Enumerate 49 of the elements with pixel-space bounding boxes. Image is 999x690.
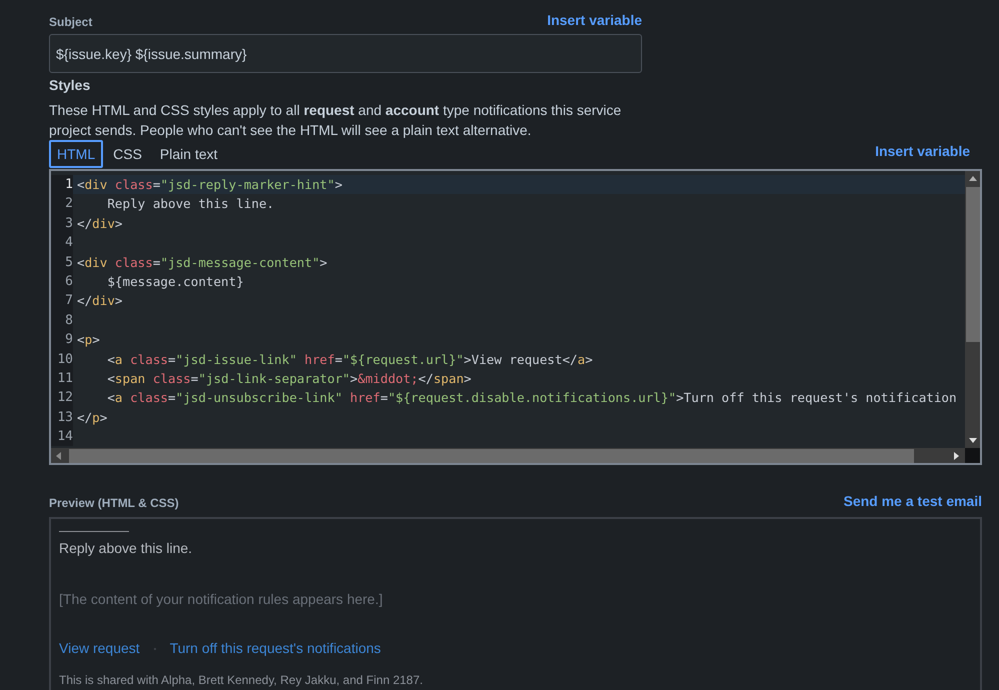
line-number: 1 xyxy=(51,175,73,194)
code-line: <div class="jsd-reply-marker-hint"> xyxy=(77,176,342,194)
code-line: Reply above this line. xyxy=(106,195,274,214)
scroll-up-icon[interactable] xyxy=(968,176,976,181)
preview-link[interactable]: View request xyxy=(59,638,140,659)
line-number: 9 xyxy=(51,330,73,350)
scroll-left-icon[interactable] xyxy=(56,452,61,460)
line-number: 10 xyxy=(51,350,73,369)
code-line: <div class="jsd-message-content"> xyxy=(77,254,328,272)
line-number: 7 xyxy=(51,291,73,311)
code-line: <span class="jsd-link-separator">&middot;</span> xyxy=(106,370,472,388)
line-number: 12 xyxy=(51,388,73,408)
line-number: 4 xyxy=(51,233,73,253)
line-number: 8 xyxy=(51,310,73,330)
field-label: Subject xyxy=(49,14,92,31)
line-number: 13 xyxy=(51,408,73,428)
editor-tab[interactable]: Plain text xyxy=(152,140,226,168)
reply-hint-text: Reply above this line. xyxy=(59,539,194,558)
code-editor[interactable] xyxy=(49,169,982,465)
code-line: </p> xyxy=(77,408,108,427)
code-line: </div> xyxy=(77,214,123,233)
code-line: <p> xyxy=(77,331,100,350)
preview-label: Preview (HTML & CSS) xyxy=(49,495,179,512)
send-test-email-link[interactable]: Send me a test email xyxy=(843,491,982,512)
editor-tab[interactable]: CSS xyxy=(105,140,150,168)
code-line: <a class="jsd-unsubscribe-link" href="${request.disable.notifications.url}">Turn off this request's notification xyxy=(106,389,957,408)
line-number: 14 xyxy=(51,427,73,446)
insert-variable-link[interactable]: Insert variable xyxy=(875,141,970,162)
line-number: 6 xyxy=(51,272,73,292)
subject-field[interactable]: ${issue.key} ${issue.summary} xyxy=(49,34,642,73)
line-number: 2 xyxy=(51,194,73,214)
line-number: 5 xyxy=(51,252,73,272)
insert-variable-link[interactable]: Insert variable xyxy=(547,10,642,31)
line-number: 11 xyxy=(51,368,73,388)
scrollbar-corner xyxy=(965,448,980,463)
line-number: 3 xyxy=(51,214,73,234)
placeholder-content-text: [The content of your notification rules appears here.] xyxy=(59,590,384,609)
vertical-scrollbar[interactable] xyxy=(965,171,980,448)
editor-tab[interactable]: HTML xyxy=(49,140,104,168)
horizontal-scrollbar[interactable] xyxy=(51,448,965,463)
code-line: <a class="jsd-issue-link" href="${request.url}">View request</a> xyxy=(106,350,593,369)
code-line: ${message.content} xyxy=(106,272,244,291)
section-heading: Styles xyxy=(49,76,92,95)
scroll-down-icon[interactable] xyxy=(968,438,976,443)
description-text: These HTML and CSS styles apply to all request and account type notifications this service project sends. People who can't see the HTML will see a plain text alternative. xyxy=(49,101,622,140)
scroll-right-icon[interactable] xyxy=(954,452,959,460)
code-line: </div> xyxy=(77,292,123,310)
shared-note-text: This is shared with Alpha, Brett Kennedy, Rey Jakku, and Finn 2187. xyxy=(59,672,424,689)
preview-link[interactable]: Turn off this request's notifications xyxy=(170,638,381,659)
